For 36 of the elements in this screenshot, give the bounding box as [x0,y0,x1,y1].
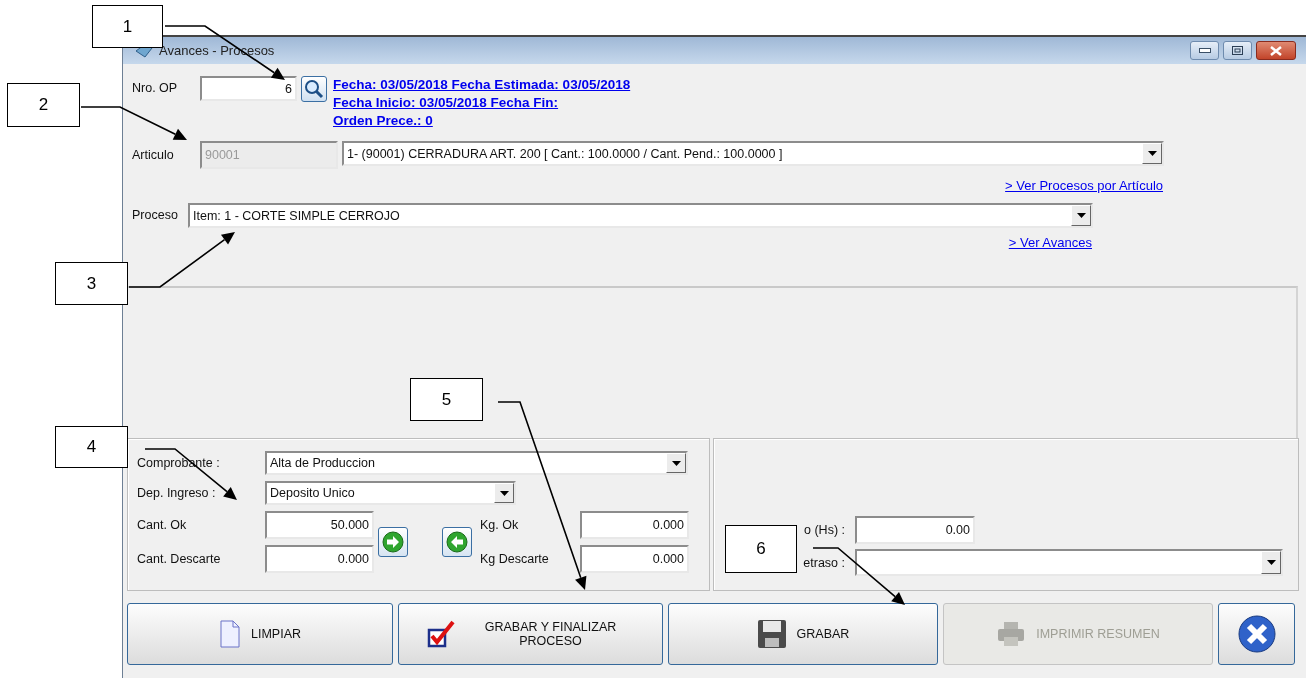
field-label: Kg Descarte [480,551,550,568]
input-field[interactable]: 50.000 [265,511,374,539]
field-label: Articulo [132,147,175,164]
field-label: etraso : [802,555,846,570]
action-button: IMPRIMIR RESUMEN [943,603,1213,665]
input-field[interactable]: 0.000 [580,545,689,573]
field-label: Cant. Ok [137,517,188,534]
input-field[interactable]: 0.00 [855,516,975,544]
dropdown-field[interactable]: Deposito Unico [265,481,516,505]
dropdown-field[interactable]: Alta de Produccion [265,451,688,475]
info-link[interactable]: Fecha Inicio: 03/05/2018 Fecha Fin: [333,94,631,112]
input-field[interactable]: 0.000 [580,511,689,539]
field-label: Dep. Ingreso : [137,485,217,502]
field-label: o (Hs) : [803,523,846,537]
field-label: Proceso [132,207,179,224]
callout-number: 5 [410,378,483,421]
action-button[interactable]: LIMPIAR [127,603,393,665]
action-button[interactable]: GRABAR [668,603,938,665]
field-label: Cant. Descarte [137,551,222,568]
link[interactable]: > Ver Avances [1008,235,1092,250]
info-link[interactable]: Fecha: 03/05/2018 Fecha Estimada: 03/05/2018 [333,76,631,94]
callout-number: 4 [55,426,128,468]
info-link[interactable]: Orden Prece.: 0 [333,112,631,130]
callout-number: 3 [55,262,128,305]
callout-number: 2 [7,83,80,127]
field-label: Kg. Ok [480,517,520,534]
dropdown-field[interactable]: Item: 1 - CORTE SIMPLE CERROJO [188,203,1093,228]
callout-number: 1 [92,5,163,48]
input-field: 90001 [200,141,338,169]
callout-number: 6 [725,525,797,573]
action-button[interactable]: GRABAR Y FINALIZAR PROCESO [398,603,663,665]
dropdown-field[interactable]: 1- (90001) CERRADURA ART. 200 [ Cant.: 100.0000 / Cant. Pend.: 100.0000 ] [342,141,1164,166]
field-label: Nro. OP [132,80,179,97]
input-field[interactable]: 6 [200,76,297,101]
link[interactable]: > Ver Procesos por Artículo [1005,178,1163,193]
input-field[interactable]: 0.000 [265,545,374,573]
